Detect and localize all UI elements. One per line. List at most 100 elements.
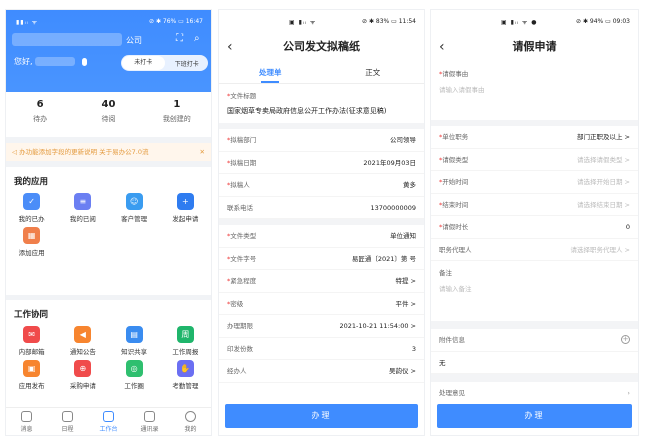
app-mail[interactable]: ✉ 内部邮箱 xyxy=(6,326,57,360)
field-value: 请选择职务代理人 > xyxy=(570,245,630,254)
app-add[interactable]: ▦ 添加应用 xyxy=(6,227,57,261)
app-label: 客户管理 xyxy=(121,215,148,223)
tab-label: 我的 xyxy=(184,426,197,433)
app-purchase[interactable]: ⊕ 采购申请 xyxy=(57,360,108,394)
form-row[interactable]: *密级 平件 > xyxy=(219,293,424,315)
app-apply[interactable]: + 发起申请 xyxy=(160,193,211,227)
form-row[interactable]: *文件类型 单位通知 xyxy=(219,225,424,248)
mail-icon: ✉ xyxy=(23,326,41,343)
attachment-block: 附件信息 + 无 xyxy=(431,329,638,374)
form-row[interactable]: *结束时间 请选择结束日期 > xyxy=(431,194,638,216)
field-label: 联系电话 xyxy=(227,203,253,212)
app-customers[interactable]: ☺ 客户管理 xyxy=(109,193,160,227)
field-value: 2021年09月03日 xyxy=(363,158,416,167)
app-attendance[interactable]: ✋ 考勤管理 xyxy=(160,360,211,394)
back-icon[interactable]: ‹ xyxy=(227,32,233,62)
add-icon[interactable]: + xyxy=(621,335,630,344)
app-notice[interactable]: ◀ 通知公告 xyxy=(57,326,108,360)
scan-icon[interactable]: ⛶ xyxy=(176,33,183,44)
app-knowledge[interactable]: ▤ 知识共享 xyxy=(109,326,160,360)
screenshot: ▮▮ᵢₗ ᯤ ⊘ ✱ 76% ▭ 16:47 公司 ⛶ ⌕ 您好, 未打卡 下班… xyxy=(0,0,645,442)
tab-process[interactable]: 处理单 xyxy=(219,62,322,83)
doc-title-block[interactable]: *文件标题 国家烟草专卖局政府信息公开工作办法(征求意见稿) xyxy=(219,84,424,129)
form-row[interactable]: *请假时长 0 xyxy=(431,216,638,239)
back-icon[interactable]: ‹ xyxy=(439,32,445,62)
process-button[interactable]: 办理 xyxy=(225,404,418,428)
attachment-none: 无 xyxy=(439,358,446,367)
stat-value: 1 xyxy=(173,99,181,110)
field-label: 文件字号 xyxy=(230,254,257,263)
notice-bar[interactable]: ◁ 办功能添加字段的更新说明 关于易办公7.0流 ✕ xyxy=(6,143,211,161)
tab-messages[interactable]: 消息 xyxy=(6,408,47,435)
form-row[interactable]: 联系电话 13700000009 xyxy=(219,197,424,219)
reason-placeholder: 请输入请假事由 xyxy=(439,86,485,94)
app-label: 知识共享 xyxy=(121,348,148,356)
tab-contacts[interactable]: 通讯录 xyxy=(129,408,170,435)
tab-me[interactable]: 我的 xyxy=(170,408,211,435)
contacts-icon xyxy=(144,411,155,422)
field-label: 单位职务 xyxy=(442,133,469,141)
field-label: 印发份数 xyxy=(227,344,253,353)
status-bar: ▣ ▮ᵢₗ ᯤ ⊘ ✱ 83% ▭ 11:54 xyxy=(219,10,424,32)
form-row[interactable]: *开始时间 请选择开始日期 > xyxy=(431,171,638,194)
field-value: 黄多 xyxy=(403,181,416,189)
app-my-read[interactable]: ≡ 我的已阅 xyxy=(57,193,108,227)
stat-toread[interactable]: 40 待阅 xyxy=(74,92,142,137)
app-label: 我的已办 xyxy=(18,215,45,223)
app-label: 考勤管理 xyxy=(172,382,199,390)
bottom-tab-bar: 消息 日程 工作台 通讯录 我的 xyxy=(6,407,211,435)
field-value: 请选择结束日期 > xyxy=(576,200,630,209)
form-row[interactable]: *请假类型 请选择请假类型 > xyxy=(431,149,638,171)
app-publish[interactable]: ▣ 应用发布 xyxy=(6,360,57,394)
stat-todo[interactable]: 6 待办 xyxy=(6,92,74,137)
app-weekly[interactable]: 周工作周报 xyxy=(160,326,211,360)
done-icon: ✓ xyxy=(23,193,41,210)
stat-created[interactable]: 1 我创建的 xyxy=(143,92,211,137)
field-label: 备注 xyxy=(439,269,452,277)
form-row[interactable]: *紧急程度 特提 > xyxy=(219,270,424,293)
leave-fields: *单位职务 部门正职及以上 > *请假类型 请选择请假类型 > *开始时间 请选择开始日期… xyxy=(431,126,638,261)
close-icon[interactable]: ✕ xyxy=(200,143,205,161)
section-title: 我的应用 xyxy=(14,177,49,187)
battery-clock: ⊘ ✱ 83% ▭ 11:54 xyxy=(362,18,416,25)
punch-toggle[interactable]: 未打卡 下班打卡 xyxy=(121,55,208,71)
search-icon[interactable]: ⌕ xyxy=(194,33,200,44)
field-value: 请选择开始日期 > xyxy=(576,178,630,186)
app-my-done[interactable]: ✓ 我的已办 xyxy=(6,193,57,227)
punch-status[interactable]: 未打卡 xyxy=(122,56,165,70)
field-label: 请假事由 xyxy=(442,70,469,78)
remark-field[interactable]: 备注 请输入备注 xyxy=(431,261,638,321)
voice-icon[interactable] xyxy=(81,57,87,66)
grid-icon xyxy=(103,411,114,422)
tab-calendar[interactable]: 日程 xyxy=(47,408,88,435)
field-label: 办理期限 xyxy=(227,322,253,330)
tab-body[interactable]: 正文 xyxy=(322,62,425,83)
form-row[interactable]: *拟稿人 黄多 xyxy=(219,174,424,197)
tab-label: 通讯录 xyxy=(140,426,159,433)
field-value: 请选择请假类型 > xyxy=(576,155,630,164)
tab-label: 日程 xyxy=(61,426,74,433)
field-value: 单位通知 xyxy=(390,232,416,240)
form-row[interactable]: 印发份数 3 xyxy=(219,338,424,360)
add-app-icon: ▦ xyxy=(23,227,41,244)
field-value: 3 xyxy=(411,344,416,353)
field-label: 请假类型 xyxy=(442,155,469,164)
tab-workbench[interactable]: 工作台 xyxy=(88,408,129,435)
form-row[interactable]: 职务代理人 请选择职务代理人 > xyxy=(431,239,638,261)
reason-field[interactable]: *请假事由 请输入请假事由 xyxy=(431,62,638,120)
tab-label: 工作台 xyxy=(99,426,118,433)
form-row[interactable]: *单位职务 部门正职及以上 > xyxy=(431,126,638,149)
form-row[interactable]: *拟稿日期 2021年09月03日 xyxy=(219,152,424,174)
app-circle[interactable]: ◎ 工作圈 xyxy=(109,360,160,394)
form-row[interactable]: *文件字号 易匠通〔2021〕第 号 xyxy=(219,248,424,270)
doc-info-group: *文件类型 单位通知 *文件字号 易匠通〔2021〕第 号 *紧急程度 特提 > *密级 平件… xyxy=(219,225,424,383)
form-row[interactable]: 办理期限 2021-10-21 11:54:00 > xyxy=(219,315,424,338)
process-button[interactable]: 办理 xyxy=(437,404,632,428)
form-row[interactable]: 经办人 吴韵仪 > xyxy=(219,360,424,383)
purchase-icon: ⊕ xyxy=(74,360,92,377)
field-label: 文件类型 xyxy=(230,232,257,240)
signal-indicators: ▣ ▮ᵢₗ ᯤ xyxy=(289,19,317,26)
doc-title-value: 国家烟草专卖局政府信息公开工作办法(征求意见稿) xyxy=(227,107,387,115)
punch-off-button[interactable]: 下班打卡 xyxy=(166,59,209,68)
form-row[interactable]: *拟稿部门 公司领导 xyxy=(219,129,424,152)
